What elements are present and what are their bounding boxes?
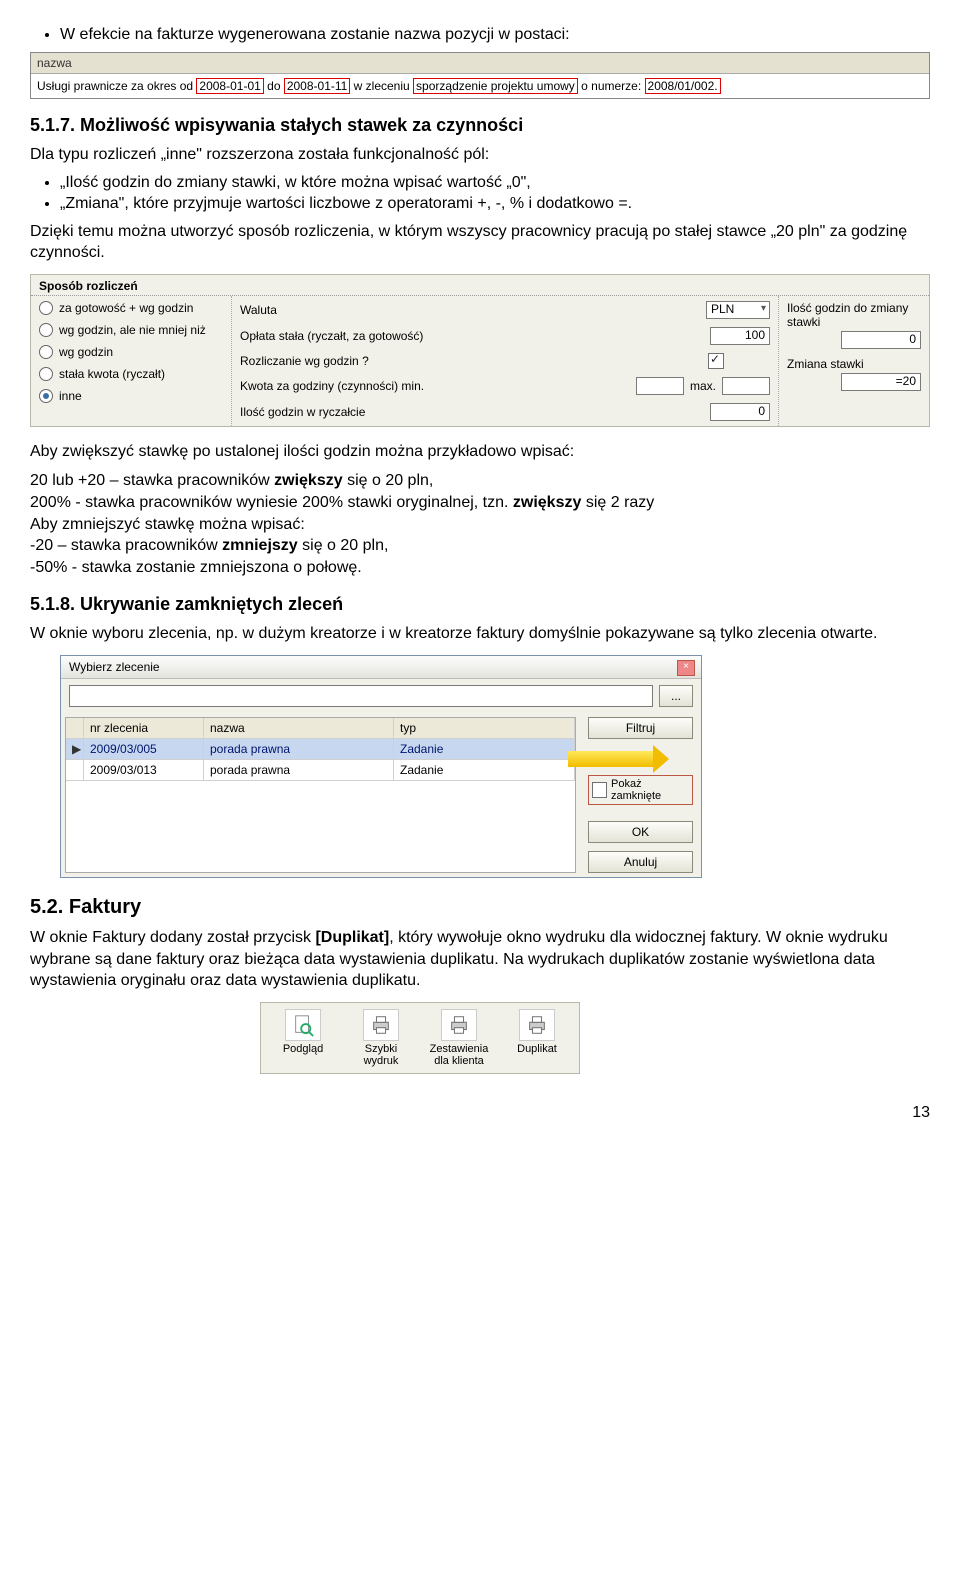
highlight-date-from: 2008-01-01 <box>196 78 263 94</box>
checkbox-icon <box>592 782 607 798</box>
invoice-column-header: nazwa <box>31 53 929 74</box>
label-currency: Waluta <box>240 303 700 317</box>
bullet-517-2: „Zmiana", które przyjmuje wartości liczb… <box>60 195 930 213</box>
hours-included-input[interactable]: 0 <box>710 403 770 421</box>
radio-icon <box>39 301 53 315</box>
bill-hours-checkbox[interactable] <box>708 353 724 369</box>
radio-icon <box>39 345 53 359</box>
magnifier-icon <box>285 1009 321 1041</box>
invoice-toolbar: Podgląd Szybki wydruk Zestawienia dla kl… <box>260 1002 580 1074</box>
order-search-input[interactable] <box>69 685 653 707</box>
close-icon[interactable]: × <box>677 660 695 676</box>
invoice-line: Usługi prawnicze za okres od 2008-01-01 … <box>31 74 929 98</box>
heading-52: 5.2. Faktury <box>30 896 930 919</box>
highlight-date-to: 2008-01-11 <box>284 78 351 94</box>
dialog-title: Wybierz zlecenie <box>69 660 160 674</box>
radio-fixed[interactable]: stała kwota (ryczałt) <box>31 366 231 382</box>
para-increase-1: 20 lub +20 – stawka pracowników zwiększy… <box>30 470 930 578</box>
hours-to-change-input[interactable]: 0 <box>841 331 921 349</box>
radio-hours[interactable]: wg godzin <box>31 344 231 360</box>
printer-icon <box>363 1009 399 1041</box>
flat-fee-input[interactable]: 100 <box>710 327 770 345</box>
col-name[interactable]: nazwa <box>204 718 394 739</box>
select-order-dialog: Wybierz zlecenie × ... nr zlecenia nazwa… <box>60 655 702 878</box>
invoice-preview: nazwa Usługi prawnicze za okres od 2008-… <box>30 52 930 99</box>
highlight-order-name: sporządzenie projektu umowy <box>413 78 578 94</box>
ok-button[interactable]: OK <box>588 821 693 843</box>
radio-icon <box>39 367 53 381</box>
label-rate-change: Zmiana stawki <box>787 357 864 371</box>
para-518: W oknie wyboru zlecenia, np. w dużym kre… <box>30 623 930 645</box>
para-increase-intro: Aby zwiększyć stawkę po ustalonej ilości… <box>30 441 930 463</box>
printer-icon <box>441 1009 477 1041</box>
rate-min-input[interactable] <box>636 377 684 395</box>
rate-change-input[interactable]: =20 <box>841 373 921 391</box>
orders-grid[interactable]: nr zlecenia nazwa typ ▶ 2009/03/005 pora… <box>65 717 576 873</box>
printer-icon <box>519 1009 555 1041</box>
radio-icon <box>39 323 53 337</box>
cancel-button[interactable]: Anuluj <box>588 851 693 873</box>
radio-availability-hours[interactable]: za gotowość + wg godzin <box>31 300 231 316</box>
radio-other[interactable]: inne <box>31 388 231 404</box>
radio-icon <box>39 389 53 403</box>
radio-hours-minimum[interactable]: wg godzin, ale nie mniej niż <box>31 322 231 338</box>
label-hourly-rate: Kwota za godziny (czynności) min. <box>240 379 630 393</box>
bullet-517-1: „Ilość godzin do zmiany stawki, w które … <box>60 174 930 192</box>
page-number: 13 <box>30 1104 930 1122</box>
para-517-after: Dzięki temu można utworzyć sposób rozlic… <box>30 221 930 264</box>
highlight-arrow-icon <box>568 751 653 767</box>
label-max: max. <box>690 379 716 393</box>
filter-button[interactable]: Filtruj <box>588 717 693 739</box>
col-order-no[interactable]: nr zlecenia <box>84 718 204 739</box>
currency-select[interactable]: PLN <box>706 301 770 319</box>
browse-button[interactable]: ... <box>659 685 693 707</box>
col-type[interactable]: typ <box>394 718 575 739</box>
intro-bullet: W efekcie na fakturze wygenerowana zosta… <box>60 26 930 44</box>
label-flat-fee: Opłata stała (ryczałt, za gotowość) <box>240 329 704 343</box>
table-row[interactable]: 2009/03/013 porada prawna Zadanie <box>66 760 575 781</box>
heading-517: 5.1.7. Możliwość wpisywania stałych staw… <box>30 115 930 136</box>
show-closed-checkbox[interactable]: Pokaż zamknięte <box>588 775 693 805</box>
label-hours-included: Ilość godzin w ryczałcie <box>240 405 704 419</box>
rate-max-input[interactable] <box>722 377 770 395</box>
quick-print-button[interactable]: Szybki wydruk <box>343 1007 419 1069</box>
para-517-intro: Dla typu rozliczeń „inne" rozszerzona zo… <box>30 144 930 166</box>
para-52: W oknie Faktury dodany został przycisk [… <box>30 927 930 992</box>
highlight-order-number: 2008/01/002. <box>645 78 721 94</box>
heading-518: 5.1.8. Ukrywanie zamkniętych zleceń <box>30 594 930 615</box>
row-marker-icon: ▶ <box>66 739 84 760</box>
table-row[interactable]: ▶ 2009/03/005 porada prawna Zadanie <box>66 739 575 760</box>
duplicate-button[interactable]: Duplikat <box>499 1007 575 1069</box>
label-bill-hours: Rozliczanie wg godzin ? <box>240 354 702 368</box>
client-report-button[interactable]: Zestawienia dla klienta <box>421 1007 497 1069</box>
label-hours-to-change: Ilość godzin do zmiany stawki <box>787 301 921 329</box>
settlement-group-title: Sposób rozliczeń <box>31 275 929 296</box>
preview-button[interactable]: Podgląd <box>265 1007 341 1069</box>
settlement-panel: Sposób rozliczeń za gotowość + wg godzin… <box>30 274 930 427</box>
